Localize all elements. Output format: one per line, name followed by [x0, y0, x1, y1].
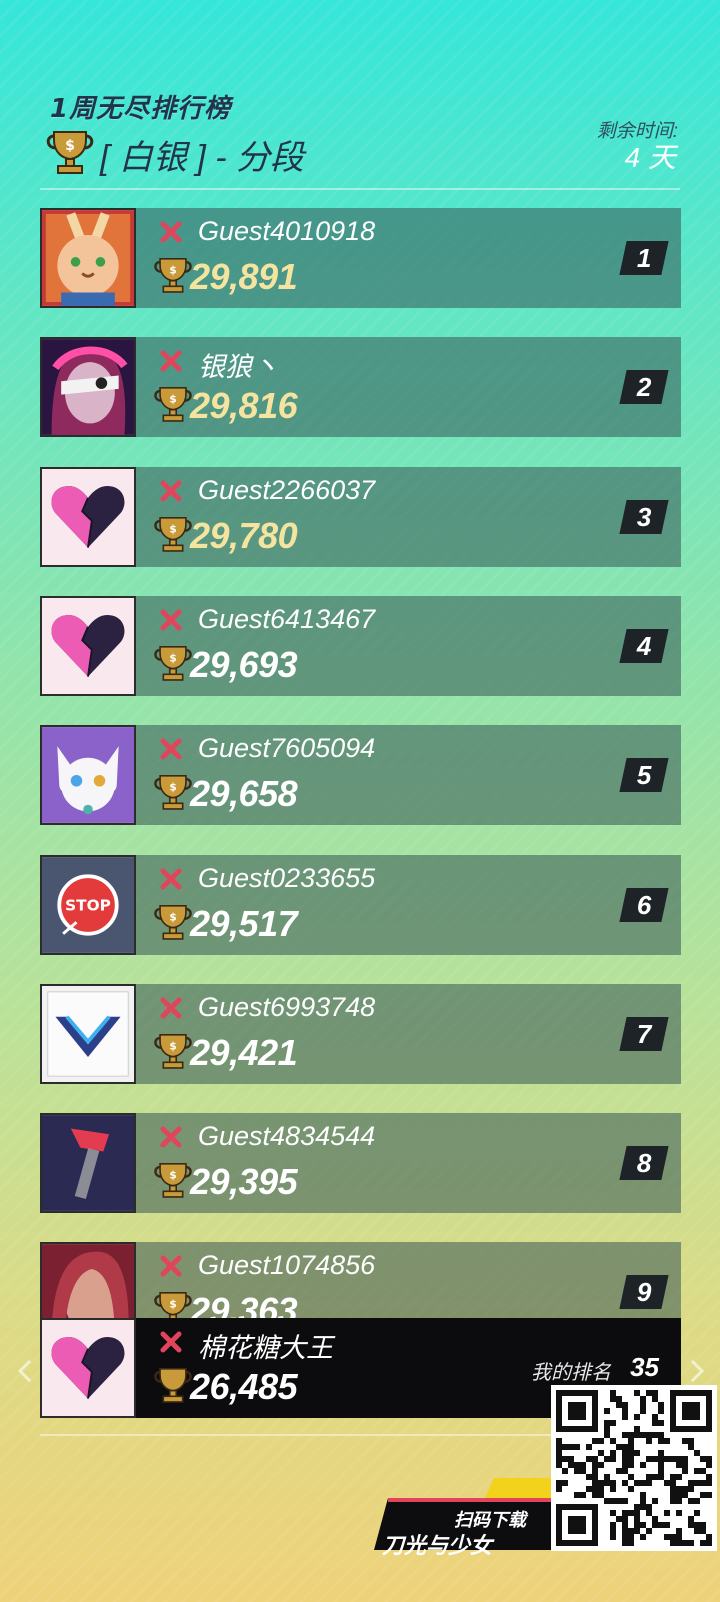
close-icon[interactable] [160, 997, 182, 1019]
rank-badge: 5 [619, 758, 669, 793]
tier-subtitle: [ 白银 ] - 分段 [100, 139, 304, 177]
player-name: 银狼丶 [198, 352, 279, 383]
close-icon[interactable] [160, 609, 182, 631]
leaderboard-row[interactable]: Guest7605094 $29,658 5 [40, 725, 681, 826]
qr-code[interactable] [551, 1385, 717, 1551]
trophy-icon: $ [154, 645, 192, 681]
rank-badge: 9 [619, 1275, 669, 1310]
rank-number: 5 [636, 759, 652, 790]
trophy-icon: $ [154, 1163, 192, 1198]
chevron-left-icon[interactable] [18, 1360, 32, 1382]
leaderboard-row[interactable]: Guest6413467 $29,693 4 [40, 595, 681, 696]
svg-text:$: $ [169, 523, 176, 535]
svg-text:$: $ [65, 138, 75, 154]
player-score: 29,693 [190, 643, 298, 685]
trophy-icon: $ [154, 387, 192, 423]
svg-text:$: $ [169, 394, 176, 406]
trophy-icon: $ [154, 258, 192, 293]
player-score: 29,658 [190, 773, 298, 815]
player-score: 29,421 [190, 1031, 298, 1073]
rank-number: 1 [636, 242, 652, 273]
svg-text:$: $ [169, 782, 176, 794]
player-name: Guest6993748 [198, 991, 376, 1022]
rank-badge: 2 [619, 370, 669, 405]
chevron-right-icon[interactable] [690, 1360, 704, 1382]
rank-number: 7 [636, 1018, 652, 1049]
rank-number: 8 [636, 1147, 652, 1178]
svg-text:$: $ [169, 1040, 176, 1052]
close-icon[interactable] [160, 868, 182, 890]
my-score: 26,485 [190, 1366, 298, 1407]
player-name: Guest0233655 [198, 862, 376, 893]
remaining-time-value: 4 天 [624, 142, 676, 173]
leaderboard-row[interactable]: Guest6993748 $29,421 7 [40, 983, 681, 1084]
close-icon[interactable] [160, 738, 182, 760]
player-name: Guest2266037 [198, 474, 376, 505]
rank-number: 3 [636, 501, 652, 532]
close-icon[interactable] [160, 480, 182, 502]
trophy-icon: $ [154, 1033, 192, 1069]
svg-text:$: $ [169, 1169, 176, 1181]
leaderboard-row[interactable]: Guest2266037 $29,780 3 [40, 466, 681, 567]
white-cat-avatar[interactable] [40, 725, 136, 826]
rank-number: 6 [636, 889, 652, 919]
stop-sign-avatar[interactable]: STOP [40, 854, 136, 955]
broken-heart-avatar[interactable] [40, 595, 136, 696]
close-icon[interactable] [160, 1126, 182, 1148]
player-score: 29,780 [190, 514, 298, 556]
header-divider [40, 188, 680, 190]
trophy-icon: $ [154, 775, 192, 810]
close-icon[interactable] [160, 221, 182, 243]
broken-heart-avatar [40, 1318, 136, 1418]
close-icon[interactable] [160, 1255, 182, 1277]
player-name: Guest7605094 [198, 733, 376, 764]
rabbit-avatar[interactable] [40, 208, 136, 308]
svg-text:$: $ [169, 1299, 176, 1311]
svg-text:STOP: STOP [65, 896, 111, 914]
rank-number: 4 [636, 630, 652, 661]
leaderboard-row[interactable]: Guest4834544 $29,395 8 [40, 1113, 681, 1214]
close-icon[interactable] [160, 350, 182, 372]
blue-chevron-avatar[interactable] [40, 983, 136, 1084]
leaderboard-row[interactable]: Guest4010918 $29,891 1 [40, 208, 681, 308]
player-score: 29,891 [190, 256, 298, 297]
rank-number: 9 [636, 1276, 652, 1307]
player-score: 29,395 [190, 1161, 298, 1203]
leaderboard-row[interactable]: 银狼丶 $29,816 2 [40, 337, 681, 438]
my-rank-value: 35 [630, 1352, 659, 1382]
player-score: 29,816 [190, 385, 298, 427]
leaderboard-title: 1周无尽排行榜 [50, 94, 232, 124]
game-name: 刀光与少女 [382, 1534, 493, 1559]
svg-text:$: $ [169, 911, 176, 923]
my-rank-label: 我的排名 [531, 1362, 611, 1384]
broken-heart-avatar[interactable] [40, 466, 136, 567]
player-name: Guest6413467 [198, 603, 376, 634]
trophy-icon [154, 1368, 192, 1403]
rank-badge: 1 [619, 241, 669, 275]
rank-badge: 6 [619, 887, 669, 922]
rank-number: 2 [636, 371, 652, 402]
svg-text:$: $ [169, 652, 176, 664]
masked-girl-avatar[interactable] [40, 337, 136, 438]
player-name: Guest4834544 [198, 1121, 376, 1152]
rank-badge: 3 [619, 499, 669, 534]
player-name: Guest1074856 [198, 1250, 376, 1281]
svg-text:$: $ [169, 264, 176, 276]
close-icon[interactable] [160, 1331, 182, 1353]
leaderboard-row[interactable]: STOP Guest0233655 $29,517 6 [40, 854, 681, 955]
rank-badge: 7 [619, 1016, 669, 1051]
rank-badge: 8 [619, 1146, 669, 1181]
trophy-icon: $ [46, 131, 94, 174]
player-name: Guest4010918 [198, 216, 376, 246]
trophy-icon: $ [154, 516, 192, 552]
my-player-name: 棉花糖大王 [198, 1333, 333, 1363]
player-score: 29,517 [190, 902, 298, 944]
rank-badge: 4 [619, 628, 669, 663]
trophy-icon: $ [154, 904, 192, 940]
red-hammer-avatar[interactable] [40, 1113, 136, 1214]
